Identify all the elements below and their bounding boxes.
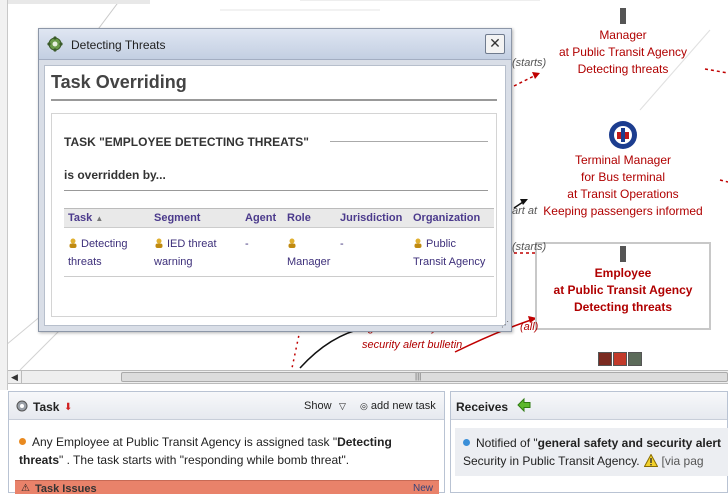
table-row: Detecting threats IED threat warning - M…: [64, 227, 494, 277]
node-employee-line1: Employee: [594, 266, 652, 280]
arrow-down-icon: ⬇: [64, 402, 73, 413]
divider: [64, 190, 488, 191]
node-manager[interactable]: Manager at Public Transit Agency Detecti…: [548, 8, 698, 78]
task-issues-bar[interactable]: ⚠ Task Issues New: [15, 480, 439, 495]
detecting-threats-dialog[interactable]: Detecting Threats ✕ Task Overriding TASK…: [38, 28, 512, 332]
task-panel: Task ⬇ Show ▽ ◎ add new task Any Employe…: [8, 391, 445, 495]
bullet-icon: [19, 438, 26, 445]
node-employee-line2: at Public Transit Agency: [553, 283, 693, 297]
employee-photo-icon: [537, 246, 709, 263]
warning-icon: [643, 454, 658, 467]
panel-title: TASK "EMPLOYEE DETECTING THREATS": [64, 135, 309, 149]
overrides-table: Task ▲ Segment Agent Role Jurisdiction O…: [64, 208, 494, 277]
node-manager-line3: Detecting threats: [577, 62, 669, 76]
dialog-title: Detecting Threats: [71, 38, 166, 52]
transit-logo-icon: [609, 121, 637, 149]
close-icon: ✕: [489, 35, 501, 51]
show-menu-label[interactable]: Show: [304, 400, 332, 412]
overriding-panel: TASK "EMPLOYEE DETECTING THREATS" is ove…: [51, 113, 497, 317]
horizontal-scrollbar[interactable]: ◀ |||: [8, 370, 728, 384]
node-employee-line3: Detecting threats: [573, 300, 673, 314]
receives-panel-header: Receives: [451, 392, 727, 420]
col-header-segment[interactable]: Segment: [150, 208, 241, 228]
node-terminal-line4: Keeping passengers informed: [543, 204, 703, 218]
node-partial-photo-icon: [598, 352, 642, 366]
edge-label-bulletin-2: security alert bulletin: [362, 339, 463, 351]
close-button[interactable]: ✕: [485, 34, 505, 54]
node-terminal-line2: for Bus terminal: [580, 170, 666, 184]
chevron-down-icon[interactable]: ▽: [339, 401, 346, 412]
resize-handle-icon[interactable]: ⋰: [501, 320, 509, 329]
segment-icon: [155, 238, 163, 248]
edge-label-all: (all): [520, 321, 539, 333]
person-icon: [288, 238, 296, 248]
scroll-left-icon[interactable]: ◀: [8, 371, 22, 383]
dialog-titlebar[interactable]: Detecting Threats ✕: [39, 29, 511, 60]
organization-icon: [414, 238, 422, 248]
node-terminal-manager[interactable]: Terminal Manager for Bus terminal at Tra…: [533, 120, 713, 220]
bullet-icon: [463, 439, 470, 446]
receives-panel: Receives Notified of "general safety and…: [450, 391, 728, 493]
add-new-task-button[interactable]: ◎ add new task: [360, 400, 436, 412]
manager-photo-icon: [548, 8, 698, 25]
task-issues-label: Task Issues: [35, 483, 97, 495]
sort-asc-icon: ▲: [95, 214, 104, 223]
person-icon: [69, 238, 77, 248]
col-header-agent[interactable]: Agent: [241, 208, 283, 228]
segment-link[interactable]: IED threat warning: [154, 238, 217, 268]
received-message[interactable]: Notified of "general safety and security…: [455, 428, 728, 476]
dialog-body: Task Overriding TASK "EMPLOYEE DETECTING…: [44, 65, 506, 326]
dialog-heading: Task Overriding: [51, 72, 497, 101]
edge-label-starts-top: (starts): [512, 57, 547, 69]
divider: [330, 141, 488, 142]
panel-subtitle: is overridden by...: [64, 168, 166, 182]
task-panel-header: Task ⬇ Show ▽ ◎ add new task: [9, 392, 444, 420]
col-header-jurisdiction[interactable]: Jurisdiction: [336, 208, 409, 228]
top-strip: [0, 0, 150, 4]
warning-icon: ⚠: [21, 483, 30, 494]
gear-icon: [47, 36, 63, 52]
task-panel-title: Task: [33, 400, 60, 414]
receives-title: Receives: [456, 400, 509, 414]
col-header-organization[interactable]: Organization: [409, 208, 494, 228]
col-header-role[interactable]: Role: [283, 208, 336, 228]
node-employee[interactable]: Employee at Public Transit Agency Detect…: [535, 242, 711, 330]
task-description: Any Employee at Public Transit Agency is…: [19, 435, 392, 467]
node-manager-line2: at Public Transit Agency: [558, 45, 688, 59]
role-link[interactable]: Manager: [287, 238, 330, 268]
task-link[interactable]: Detecting threats: [68, 238, 127, 268]
scroll-grip-icon: |||: [415, 372, 422, 381]
node-terminal-line1: Terminal Manager: [574, 153, 672, 167]
col-header-task[interactable]: Task ▲: [64, 208, 150, 228]
add-icon: ◎: [360, 401, 368, 411]
new-issue-link[interactable]: New: [413, 483, 433, 494]
edge-label-starts-mid: (starts): [512, 241, 547, 253]
jurisdiction-cell: -: [336, 227, 409, 277]
edge-label-start-at: art at: [512, 205, 538, 217]
agent-cell: -: [241, 227, 283, 277]
gear-icon[interactable]: [15, 399, 29, 413]
node-manager-line1: Manager: [599, 28, 647, 42]
organization-link[interactable]: Public Transit Agency: [413, 238, 485, 268]
node-terminal-line3: at Transit Operations: [567, 187, 679, 201]
via-page-link[interactable]: [via pag: [662, 454, 704, 468]
scrollbar-thumb[interactable]: |||: [121, 372, 728, 382]
left-gutter: [0, 0, 8, 390]
arrow-left-icon[interactable]: [516, 397, 532, 413]
